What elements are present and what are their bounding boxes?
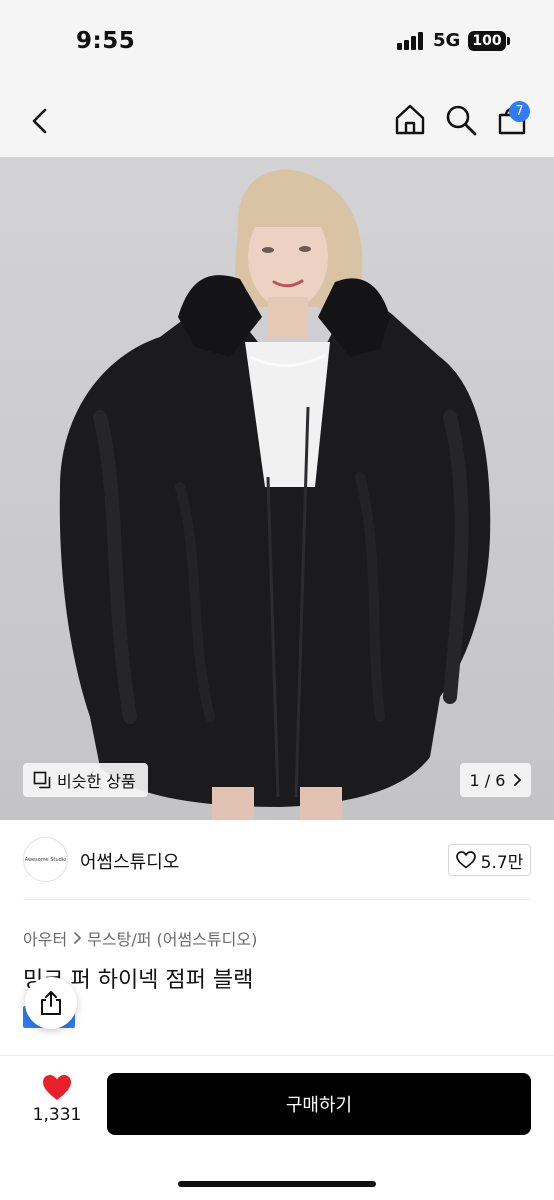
wishlist-count: 1,331 bbox=[32, 1105, 82, 1125]
breadcrumb-item[interactable]: 아우터 bbox=[23, 926, 67, 950]
heart-filled-icon bbox=[43, 1075, 71, 1100]
search-icon[interactable] bbox=[444, 103, 478, 137]
brand-name[interactable]: 어썸스튜디오 bbox=[80, 848, 179, 874]
brand-like-count: 5.7만 bbox=[480, 852, 524, 873]
brand-like-button[interactable]: 5.7만 bbox=[448, 844, 531, 876]
similar-products-button[interactable]: 비슷한 상품 bbox=[23, 763, 148, 797]
wishlist-button[interactable]: 1,331 bbox=[28, 1074, 86, 1125]
network-label: 5G bbox=[433, 30, 461, 51]
nav-bar bbox=[0, 84, 554, 157]
image-pager[interactable]: 1 / 6 bbox=[460, 763, 531, 797]
battery-tip bbox=[507, 37, 510, 45]
breadcrumb-item[interactable]: 무스탕/퍼 (어썸스튜디오) bbox=[87, 926, 257, 950]
status-bar: 9:55 5G 100 bbox=[0, 0, 554, 84]
share-button[interactable] bbox=[25, 977, 77, 1029]
page-indicator: 1 / 6 bbox=[469, 770, 506, 790]
chevron-right-icon bbox=[74, 932, 81, 944]
back-icon[interactable] bbox=[28, 106, 52, 136]
similar-icon bbox=[33, 771, 51, 789]
signal-icon bbox=[397, 32, 425, 50]
divider bbox=[23, 899, 531, 900]
buy-button[interactable]: 구매하기 bbox=[107, 1073, 531, 1135]
cart-count-badge: 7 bbox=[509, 101, 530, 122]
chevron-right-icon bbox=[514, 774, 522, 786]
home-icon[interactable] bbox=[393, 102, 427, 136]
breadcrumb: 아우터 무스탕/퍼 (어썸스튜디오) bbox=[23, 926, 257, 950]
heart-outline-icon bbox=[455, 851, 476, 869]
brand-logo[interactable]: Awesome Studio bbox=[23, 837, 68, 882]
battery-icon: 100 bbox=[468, 31, 506, 51]
home-indicator bbox=[178, 1181, 376, 1187]
product-image[interactable] bbox=[0, 157, 554, 820]
status-time: 9:55 bbox=[76, 28, 136, 54]
share-icon bbox=[41, 991, 61, 1015]
similar-products-label: 비슷한 상품 bbox=[57, 772, 136, 791]
product-photo bbox=[59, 169, 491, 820]
